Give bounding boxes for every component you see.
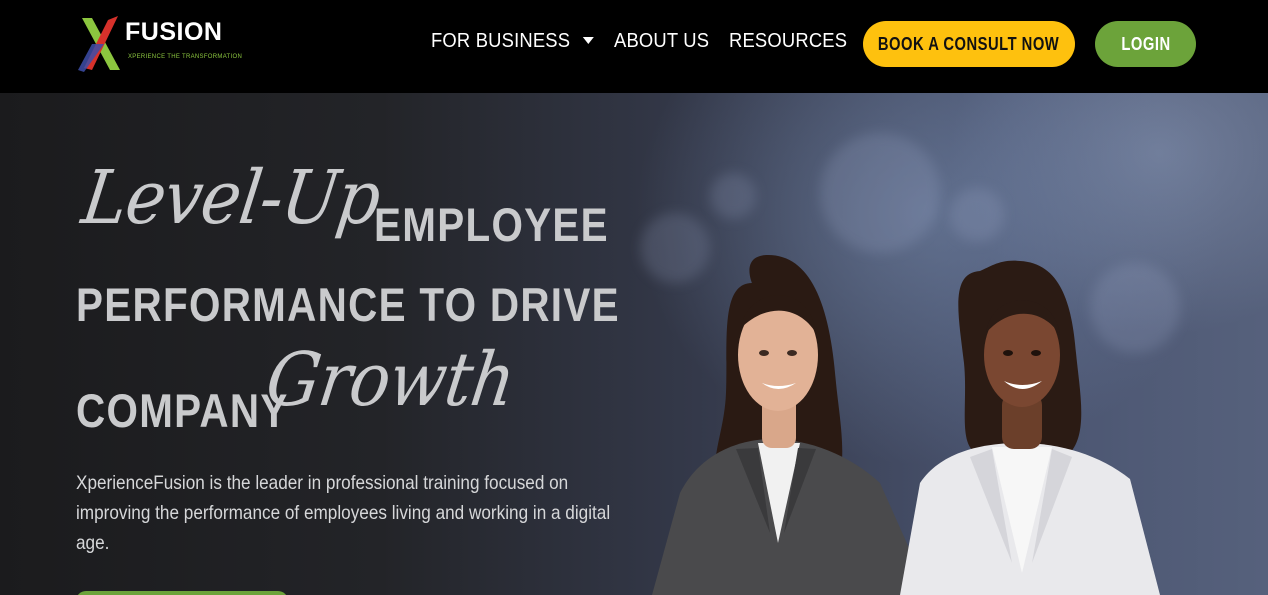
nav-for-business[interactable]: FOR BUSINESS (431, 30, 595, 52)
headline-script-level-up: Level-Up (77, 155, 386, 241)
login-button[interactable]: LOGIN (1095, 21, 1196, 67)
logo-wordmark: FUSION (125, 18, 223, 46)
headline-line-2: PERFORMANCE TO DRIVE (76, 278, 620, 331)
headline-line-3: COMPANY (76, 384, 289, 437)
headline-script-growth: Growth (261, 337, 520, 423)
bokeh-light (710, 173, 756, 219)
nav-about-us[interactable]: ABOUT US (614, 31, 709, 51)
hero-description: XperienceFusion is the leader in profess… (76, 468, 610, 558)
headline-line-1: EMPLOYEE (374, 198, 609, 251)
x-logo-icon (78, 16, 120, 72)
nav-resources[interactable]: RESOURCES (729, 31, 847, 51)
hero-people-photo (652, 255, 1160, 595)
hero-section: Level-Up EMPLOYEE PERFORMANCE TO DRIVE C… (0, 93, 1268, 595)
hero-description-text: XperienceFusion is the leader in profess… (76, 472, 611, 554)
login-label: LOGIN (1120, 34, 1171, 54)
book-consult-button[interactable]: BOOK A CONSULT NOW (863, 21, 1075, 67)
brand-logo[interactable]: FUSION XPERIENCE THE TRANSFORMATION (78, 16, 242, 72)
bokeh-light (820, 133, 940, 253)
bokeh-light (950, 188, 1004, 242)
logo-tagline: XPERIENCE THE TRANSFORMATION (128, 54, 243, 60)
hero-cta-button[interactable] (76, 591, 288, 595)
chevron-down-icon (583, 37, 595, 44)
book-consult-label: BOOK A CONSULT NOW (878, 34, 1060, 54)
site-header: FUSION XPERIENCE THE TRANSFORMATION FOR … (0, 0, 1268, 93)
nav-for-business-label: FOR BUSINESS (431, 30, 571, 52)
